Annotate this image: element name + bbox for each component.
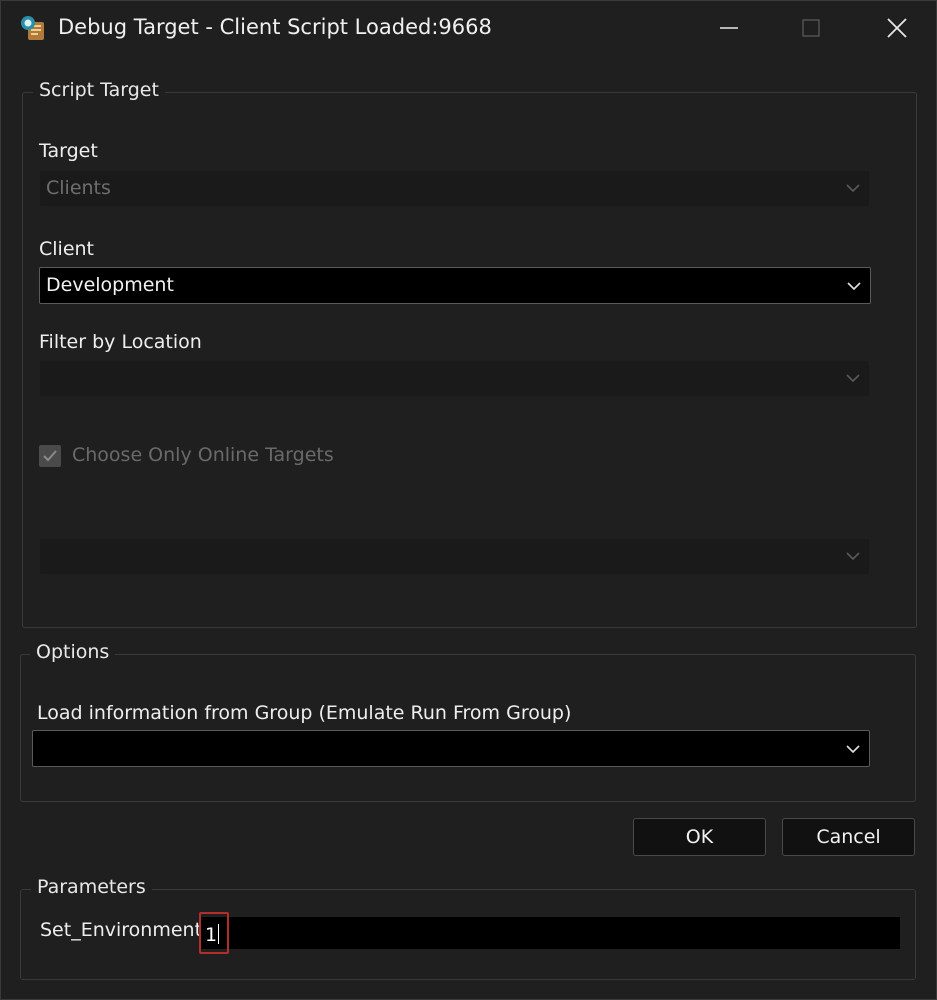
client-dropdown-value: Development — [46, 274, 174, 296]
parameter-value-field[interactable]: 1 — [199, 912, 900, 954]
load-group-label: Load information from Group (Emulate Run… — [37, 702, 572, 724]
target-dropdown-value: Clients — [46, 177, 111, 199]
options-legend: Options — [30, 641, 116, 663]
text-caret — [218, 924, 220, 944]
target-dropdown: Clients — [40, 171, 869, 206]
target-list-dropdown — [40, 539, 869, 574]
minimize-button[interactable] — [699, 1, 759, 55]
title-bar[interactable]: Debug Target - Client Script Loaded:9668 — [1, 1, 936, 55]
chevron-down-icon — [847, 282, 861, 291]
script-debug-icon — [19, 14, 49, 44]
chevron-down-icon — [846, 552, 860, 561]
online-targets-checkbox — [39, 445, 61, 467]
load-group-dropdown[interactable] — [32, 730, 870, 767]
parameter-value-text: 1 — [205, 924, 218, 946]
window-title: Debug Target - Client Script Loaded:9668 — [58, 15, 492, 39]
online-targets-label: Choose Only Online Targets — [72, 444, 334, 466]
minimize-icon — [720, 27, 738, 29]
target-label: Target — [39, 140, 98, 162]
parameter-name-label: Set_Environment — [40, 919, 203, 941]
script-target-legend: Script Target — [33, 79, 165, 101]
options-group: Options — [20, 641, 916, 802]
filter-location-dropdown — [40, 361, 869, 396]
chevron-down-icon — [846, 745, 860, 754]
debug-target-dialog: Debug Target - Client Script Loaded:9668… — [0, 0, 937, 1000]
maximize-icon — [802, 19, 820, 37]
client-dropdown[interactable]: Development — [39, 267, 871, 304]
ok-button[interactable]: OK — [633, 818, 766, 856]
cancel-button[interactable]: Cancel — [782, 818, 915, 856]
filter-location-label: Filter by Location — [39, 331, 202, 353]
close-button[interactable] — [867, 1, 927, 55]
chevron-down-icon — [846, 184, 860, 193]
parameters-legend: Parameters — [31, 876, 152, 898]
chevron-down-icon — [846, 374, 860, 383]
maximize-button — [781, 1, 841, 55]
client-label: Client — [39, 238, 95, 260]
parameter-value-cell[interactable]: 1 — [199, 912, 229, 954]
checkmark-icon — [43, 450, 57, 462]
close-icon — [887, 18, 907, 38]
